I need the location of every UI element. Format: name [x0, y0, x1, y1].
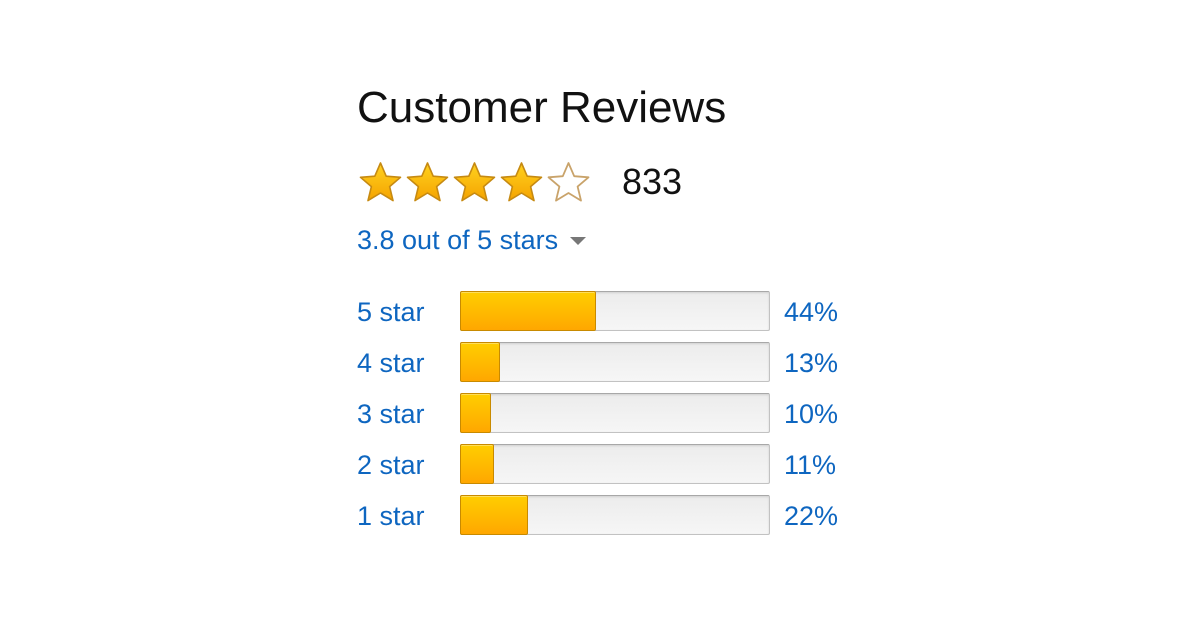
histogram-percent[interactable]: 13% [784, 342, 838, 384]
average-rating-link[interactable]: 3.8 out of 5 stars [357, 218, 587, 262]
review-count[interactable]: 833 [622, 160, 682, 204]
histogram-label[interactable]: 2 star [357, 444, 425, 486]
histogram-bar-fill [460, 393, 491, 433]
histogram-row-5[interactable]: 5 star 44% [357, 291, 857, 333]
histogram-row-4[interactable]: 4 star 13% [357, 342, 857, 384]
histogram-percent[interactable]: 44% [784, 291, 838, 333]
histogram-label[interactable]: 1 star [357, 495, 425, 537]
histogram-percent[interactable]: 10% [784, 393, 838, 435]
histogram-row-1[interactable]: 1 star 22% [357, 495, 857, 537]
histogram-row-2[interactable]: 2 star 11% [357, 444, 857, 486]
histogram-label[interactable]: 5 star [357, 291, 425, 333]
histogram-bar-fill [460, 291, 596, 331]
histogram-bar[interactable] [460, 393, 770, 433]
histogram-bar[interactable] [460, 291, 770, 331]
histogram-percent[interactable]: 11% [784, 444, 836, 486]
histogram-bar[interactable] [460, 342, 770, 382]
histogram-percent[interactable]: 22% [784, 495, 838, 537]
histogram-label[interactable]: 3 star [357, 393, 425, 435]
customer-reviews-widget: Customer Reviews 833 3.8 out of 5 stars … [357, 78, 857, 535]
star-full-icon [498, 160, 545, 204]
page-title: Customer Reviews [357, 83, 727, 132]
histogram-bar[interactable] [460, 444, 770, 484]
histogram-bar[interactable] [460, 495, 770, 535]
histogram-row-3[interactable]: 3 star 10% [357, 393, 857, 435]
histogram-bar-fill [460, 495, 528, 535]
star-rating[interactable] [357, 160, 592, 204]
star-full-icon [404, 160, 451, 204]
histogram-bar-fill [460, 444, 494, 484]
star-empty-icon [545, 160, 592, 204]
star-full-icon [451, 160, 498, 204]
rating-summary: 833 [357, 160, 682, 204]
histogram-bar-fill [460, 342, 500, 382]
histogram-label[interactable]: 4 star [357, 342, 425, 384]
average-rating-text[interactable]: 3.8 out of 5 stars [357, 218, 558, 262]
caret-down-icon[interactable] [570, 237, 587, 245]
star-full-icon [357, 160, 404, 204]
